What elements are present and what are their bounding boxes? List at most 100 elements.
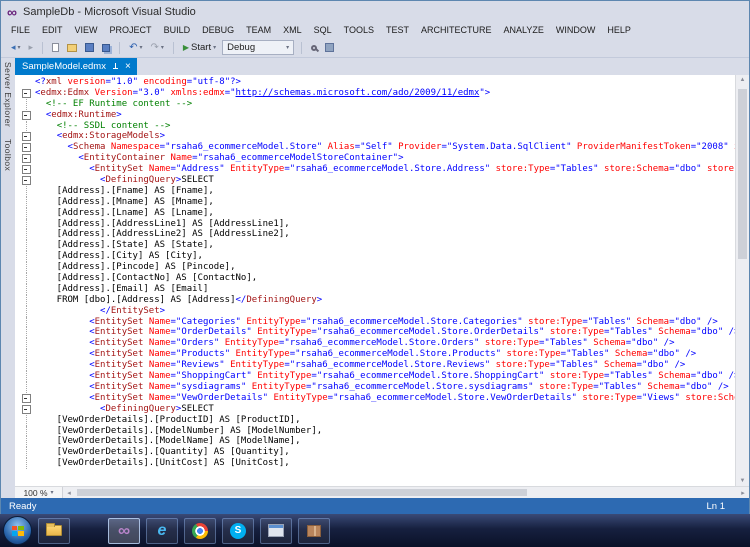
menu-build[interactable]: BUILD — [158, 25, 197, 35]
code-line[interactable]: [VewOrderDetails].[ModelNumber] AS [Mode… — [17, 425, 735, 437]
menu-team[interactable]: TEAM — [240, 25, 277, 35]
code-line[interactable]: <!-- EF Runtime content --> — [17, 98, 735, 110]
menu-help[interactable]: HELP — [601, 25, 637, 35]
horizontal-scrollbar[interactable]: ◂ ▸ — [63, 487, 749, 498]
code-line[interactable]: [Address].[Mname] AS [Mname], — [17, 196, 735, 208]
code-line[interactable]: <DefiningQuery>SELECT — [17, 175, 735, 186]
save-button[interactable] — [83, 42, 96, 53]
code-line[interactable]: <edmx:Runtime> — [17, 110, 735, 121]
options-button[interactable] — [323, 42, 336, 53]
title-bar[interactable]: ∞ SampleDb - Microsoft Visual Studio — [1, 1, 749, 22]
menu-view[interactable]: VIEW — [69, 25, 104, 35]
code-line[interactable]: <EntitySet Name="sysdiagrams" EntityType… — [17, 381, 735, 393]
code-line[interactable]: <EntityContainer Name="rsaha6_ecommerceM… — [17, 153, 735, 164]
code-line[interactable]: <EntitySet Name="ShoppingCart" EntityTyp… — [17, 371, 735, 382]
code-line[interactable]: <edmx:StorageModels> — [17, 131, 735, 142]
fold-collapse-icon[interactable] — [17, 153, 35, 164]
taskbar-visual-studio[interactable]: ∞ — [108, 517, 140, 544]
fold-collapse-icon[interactable] — [17, 88, 35, 99]
horizontal-scroll-thumb[interactable] — [77, 489, 527, 496]
redo-button[interactable]: ↷ ▾ — [148, 41, 165, 54]
code-line[interactable]: [Address].[Fname] AS [Fname], — [17, 185, 735, 197]
taskbar-chrome[interactable] — [184, 517, 216, 544]
menu-xml[interactable]: XML — [277, 25, 308, 35]
code-line[interactable]: <EntitySet Name="VewOrderDetails" Entity… — [17, 393, 735, 404]
code-area[interactable]: <?xml version="1.0" encoding="utf-8"?> <e… — [15, 75, 735, 486]
menu-analyze[interactable]: ANALYZE — [498, 25, 550, 35]
vertical-scrollbar[interactable]: ▲ ▼ — [735, 75, 749, 486]
scroll-left-icon[interactable]: ◂ — [63, 487, 75, 498]
taskbar-internet-explorer[interactable]: e — [146, 517, 178, 544]
code-line[interactable]: [Address].[Email] AS [Email] — [17, 283, 735, 295]
code-line[interactable]: <Schema Namespace="rsaha6_ecommerceModel… — [17, 142, 735, 153]
pin-icon[interactable] — [112, 62, 119, 71]
scroll-down-icon[interactable]: ▼ — [736, 478, 749, 484]
start-button[interactable] — [3, 516, 32, 545]
code-line[interactable]: [VewOrderDetails].[ProductID] AS [Produc… — [17, 414, 735, 426]
code-line[interactable]: [VewOrderDetails].[ModelName] AS [ModelN… — [17, 436, 735, 448]
menu-sql[interactable]: SQL — [308, 25, 338, 35]
taskbar-file-explorer[interactable] — [38, 517, 70, 544]
code-token: [VewOrderDetails].[Quantity] AS [Quantit… — [35, 447, 290, 458]
new-file-button[interactable] — [50, 42, 61, 53]
fold-collapse-icon[interactable] — [17, 393, 35, 404]
menu-project[interactable]: PROJECT — [104, 25, 158, 35]
code-line[interactable]: [VewOrderDetails].[UnitCost] AS [UnitCos… — [17, 458, 735, 469]
menu-file[interactable]: FILE — [5, 25, 36, 35]
code-token: "OrderDetails" — [175, 327, 252, 338]
menu-test[interactable]: TEST — [380, 25, 415, 35]
code-line[interactable]: </EntitySet> — [17, 305, 735, 317]
menu-debug[interactable]: DEBUG — [196, 25, 240, 35]
code-line[interactable]: <EntitySet Name="Orders" EntityType="rsa… — [17, 338, 735, 350]
taskbar-skype[interactable]: S — [222, 517, 254, 544]
tab-samplemodel-edmx[interactable]: SampleModel.edmx × — [15, 58, 137, 75]
solution-config-dropdown[interactable]: Debug ▾ — [222, 40, 295, 55]
code-line[interactable]: [VewOrderDetails].[Quantity] AS [Quantit… — [17, 447, 735, 459]
menu-window[interactable]: WINDOW — [550, 25, 602, 35]
fold-collapse-icon[interactable] — [17, 142, 35, 153]
menu-edit[interactable]: EDIT — [36, 25, 69, 35]
code-line[interactable]: [Address].[State] AS [State], — [17, 240, 735, 252]
start-debug-button[interactable]: ▶ Start ▾ — [181, 41, 218, 54]
nav-backward-button[interactable]: ◂ ▾ — [9, 41, 23, 54]
fold-collapse-icon[interactable] — [17, 164, 35, 175]
code-line[interactable]: [Address].[Pincode] AS [Pincode], — [17, 262, 735, 273]
code-line[interactable]: <EntitySet Name="Products" EntityType="r… — [17, 349, 735, 361]
taskbar-package[interactable] — [298, 517, 330, 544]
side-tab-server-explorer[interactable]: Server Explorer — [3, 62, 13, 127]
code-line[interactable]: <?xml version="1.0" encoding="utf-8"?> — [17, 77, 735, 88]
fold-gutter — [17, 327, 35, 339]
code-line[interactable]: <!-- SSDL content --> — [17, 120, 735, 132]
code-line[interactable]: <DefiningQuery>SELECT — [17, 404, 735, 415]
code-line[interactable]: [Address].[AddressLine1] AS [AddressLine… — [17, 218, 735, 230]
close-icon[interactable]: × — [125, 61, 131, 72]
undo-button[interactable]: ↶ ▾ — [127, 41, 144, 54]
fold-collapse-icon[interactable] — [17, 404, 35, 415]
code-line[interactable]: [Address].[AddressLine2] AS [AddressLine… — [17, 229, 735, 241]
vertical-scroll-thumb[interactable] — [738, 89, 747, 259]
code-line[interactable]: FROM [dbo].[Address] AS [Address]</Defin… — [17, 294, 735, 306]
code-line[interactable]: <EntitySet Name="Address" EntityType="rs… — [17, 164, 735, 175]
nav-forward-button[interactable]: ▸ — [27, 41, 36, 54]
taskbar-tool[interactable] — [260, 517, 292, 544]
open-file-button[interactable] — [65, 43, 79, 53]
code-line[interactable]: [Address].[Lname] AS [Lname], — [17, 207, 735, 219]
fold-collapse-icon[interactable] — [17, 131, 35, 142]
code-line[interactable]: [Address].[ContactNo] AS [ContactNo], — [17, 273, 735, 284]
save-all-button[interactable] — [100, 43, 112, 53]
find-button[interactable] — [309, 44, 319, 52]
code-line[interactable]: [Address].[City] AS [City], — [17, 251, 735, 263]
code-line[interactable]: <edmx:Edmx Version="3.0" xmlns:edmx="htt… — [17, 88, 735, 99]
fold-collapse-icon[interactable] — [17, 175, 35, 186]
side-tab-toolbox[interactable]: Toolbox — [3, 139, 13, 171]
code-line[interactable]: <EntitySet Name="Reviews" EntityType="rs… — [17, 360, 735, 371]
menu-architecture[interactable]: ARCHITECTURE — [415, 25, 498, 35]
fold-collapse-icon[interactable] — [17, 110, 35, 121]
zoom-control[interactable]: 100 % ▾ — [15, 487, 63, 498]
code-line[interactable]: <EntitySet Name="OrderDetails" EntityTyp… — [17, 327, 735, 339]
code-token: EntityType — [224, 338, 279, 349]
scroll-up-icon[interactable]: ▲ — [736, 77, 749, 83]
scroll-right-icon[interactable]: ▸ — [737, 487, 749, 498]
code-line[interactable]: <EntitySet Name="Categories" EntityType=… — [17, 316, 735, 328]
menu-tools[interactable]: TOOLS — [338, 25, 380, 35]
